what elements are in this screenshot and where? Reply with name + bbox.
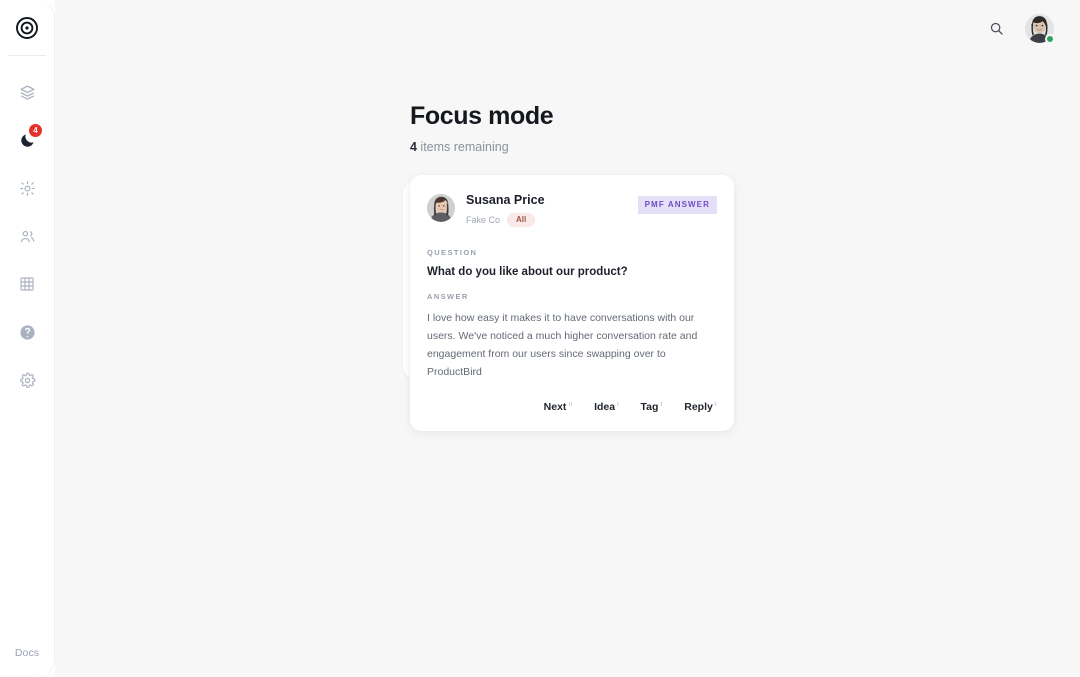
reply-button-label: Reply (684, 400, 713, 413)
next-button[interactable]: Next n (544, 401, 572, 413)
card-actions: Next n Idea i Tag t Reply r (427, 381, 717, 431)
sidebar-nav: 4 (0, 56, 54, 404)
sidebar-item-help[interactable] (0, 308, 54, 356)
notification-badge: 4 (29, 124, 42, 137)
company-name: Fake Co (466, 214, 501, 225)
idea-button-label: Idea (594, 400, 616, 413)
segment-pill[interactable]: All (507, 212, 536, 227)
status-dot-online (1045, 33, 1055, 44)
items-remaining-label: items remaining (416, 139, 509, 154)
sidebar-item-settings[interactable] (0, 356, 54, 404)
sidebar-item-insights[interactable] (0, 164, 54, 212)
answer-text: I love how easy it makes it to have conv… (427, 311, 698, 378)
tag-button[interactable]: Tag t (641, 401, 663, 413)
person-submeta: Fake Co All (466, 212, 638, 227)
sidebar-item-focus-mode[interactable]: 4 (0, 116, 54, 164)
sidebar-footer: Docs (0, 647, 54, 677)
topbar (55, 0, 1080, 56)
answer-card: Susana Price Fake Co All PMF ANSWER Ques… (410, 174, 734, 431)
status-badge: PMF ANSWER (637, 195, 717, 214)
person-avatar-image (427, 193, 455, 222)
content-area: Focus mode 4 items remaining Susana Pric… (55, 56, 1080, 431)
reply-button-shortcut: r (714, 400, 717, 408)
items-remaining-text: 4 items remaining (410, 140, 1080, 154)
search-icon[interactable] (985, 17, 1007, 39)
items-remaining-count: 4 (410, 139, 417, 154)
answer-label: Answer (427, 291, 469, 301)
target-logo-icon[interactable] (15, 16, 39, 40)
reply-button[interactable]: Reply r (684, 401, 717, 413)
person-avatar[interactable] (427, 193, 455, 222)
card-header: Susana Price Fake Co All PMF ANSWER (427, 193, 717, 227)
next-button-shortcut: n (568, 400, 573, 408)
page-title: Focus mode (410, 102, 554, 130)
sidebar-item-layers[interactable] (0, 68, 54, 116)
sidebar: 4 Docs (0, 0, 55, 677)
main-area: Focus mode 4 items remaining Susana Pric… (55, 0, 1080, 677)
tag-button-shortcut: t (660, 400, 663, 408)
idea-button[interactable]: Idea i (594, 401, 618, 413)
tag-button-label: Tag (640, 400, 659, 413)
person-name: Susana Price (466, 192, 545, 207)
question-label: Question (427, 247, 478, 257)
logo-area (0, 0, 54, 55)
avatar[interactable] (1025, 13, 1055, 44)
idea-button-shortcut: i (617, 400, 619, 408)
docs-link[interactable]: Docs (15, 647, 39, 659)
app-root: 4 Docs Focus mode 4 items remaining Susa… (0, 0, 1080, 677)
question-text: What do you like about our product? (427, 265, 628, 278)
sidebar-item-grid[interactable] (0, 260, 54, 308)
next-button-label: Next (543, 400, 567, 413)
person-meta: Susana Price Fake Co All (466, 193, 638, 227)
card-stack: Susana Price Fake Co All PMF ANSWER Ques… (403, 174, 734, 431)
sidebar-item-people[interactable] (0, 212, 54, 260)
